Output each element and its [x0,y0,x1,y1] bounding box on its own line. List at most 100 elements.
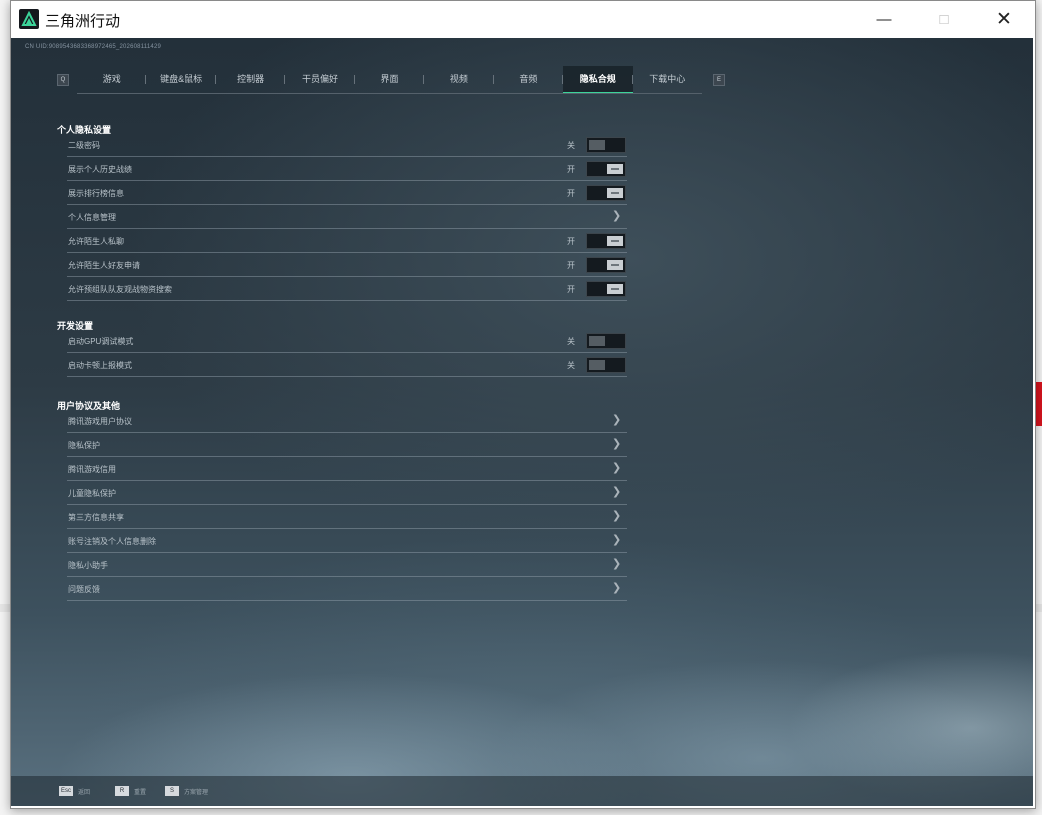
setting-state: 开 [567,189,575,198]
setting-label: 第三方信息共享 [68,513,124,522]
next-tab-key[interactable]: E [713,74,725,86]
setting-label: 启动卡顿上报模式 [68,361,132,370]
chevron-right-icon: ❯ [612,558,622,570]
chevron-right-icon: ❯ [612,510,622,522]
setting-row[interactable]: 允许陌生人好友申请 开 [67,253,627,277]
toggle-knob [607,164,623,174]
setting-row[interactable]: 隐私小助手 ❯ [67,553,627,577]
tab-strip: 游戏 键盘&鼠标 控制器 干员偏好 界面 视频 音频 隐私合规 下载中心 [77,66,702,94]
maximize-button[interactable]: □ [921,1,967,38]
setting-row[interactable]: 隐私保护 ❯ [67,433,627,457]
footer-key: S [165,786,179,796]
tab-download[interactable]: 下载中心 [633,66,702,93]
setting-label: 腾讯游戏用户协议 [68,417,132,426]
setting-row[interactable]: 展示个人历史战绩 开 [67,157,627,181]
toggle-knob [607,236,623,246]
setting-state: 开 [567,285,575,294]
setting-row[interactable]: 腾讯游戏信用 ❯ [67,457,627,481]
toggle-knob [607,188,623,198]
setting-row[interactable]: 允许预组队队友观战物资搜索 开 [67,277,627,301]
setting-label: 启动GPU调试模式 [68,337,134,346]
chevron-right-icon: ❯ [612,486,622,498]
setting-state: 开 [567,237,575,246]
setting-label: 展示个人历史战绩 [68,165,132,174]
setting-row[interactable]: 儿童隐私保护 ❯ [67,481,627,505]
tab-interface[interactable]: 界面 [355,66,425,93]
footer-hint-s[interactable]: S 方案管理 [165,786,208,796]
setting-row[interactable]: 允许陌生人私聊 开 [67,229,627,253]
toggle-knob [607,260,623,270]
toggle-knob [589,336,605,346]
footer-key: Esc [59,786,74,796]
tab-game[interactable]: 游戏 [77,66,147,93]
footer-hint-esc[interactable]: Esc 返回 [59,786,90,796]
setting-label: 二级密码 [68,141,100,150]
settings-tabs: Q 游戏 键盘&鼠标 控制器 干员偏好 界面 视频 音频 隐私合规 下载中心 E [55,66,735,94]
chevron-right-icon: ❯ [612,210,622,222]
footer-hint-r[interactable]: R 重置 [115,786,146,796]
chevron-right-icon: ❯ [612,414,622,426]
setting-label: 儿童隐私保护 [68,489,116,498]
chevron-right-icon: ❯ [612,582,622,594]
close-icon: ✕ [996,9,1012,30]
setting-label: 允许预组队队友观战物资搜索 [68,285,172,294]
setting-row[interactable]: 二级密码 关 [67,133,627,157]
game-viewport: CN UID:9089543683368972465_202608111429 … [11,38,1033,806]
toggle-switch[interactable] [586,357,626,373]
toggle-knob [589,360,605,370]
toggle-switch[interactable] [586,233,626,249]
uid-label: CN UID:9089543683368972465_202608111429 [25,44,162,50]
tab-privacy[interactable]: 隐私合规 [563,66,633,93]
setting-label: 允许陌生人私聊 [68,237,124,246]
setting-label: 账号注销及个人信息删除 [68,537,156,546]
setting-row[interactable]: 账号注销及个人信息删除 ❯ [67,529,627,553]
chevron-right-icon: ❯ [612,534,622,546]
tab-audio[interactable]: 音频 [494,66,564,93]
prev-tab-key[interactable]: Q [57,74,69,86]
setting-row[interactable]: 个人信息管理 ❯ [67,205,627,229]
setting-row[interactable]: 启动GPU调试模式 关 [67,329,627,353]
setting-state: 开 [567,165,575,174]
setting-row[interactable]: 展示排行榜信息 开 [67,181,627,205]
footer-label: 重置 [134,789,147,796]
minimize-icon: — [876,11,892,28]
setting-label: 展示排行榜信息 [68,189,124,198]
window-title: 三角洲行动 [45,13,121,30]
footer-key: R [115,786,129,796]
tab-keyboard[interactable]: 键盘&鼠标 [146,66,217,93]
setting-label: 问题反馈 [68,585,100,594]
setting-state: 关 [567,141,575,150]
tab-operator[interactable]: 干员偏好 [285,66,356,93]
footer-label: 返回 [78,789,91,796]
setting-label: 隐私保护 [68,441,100,450]
setting-row[interactable]: 第三方信息共享 ❯ [67,505,627,529]
setting-row[interactable]: 腾讯游戏用户协议 ❯ [67,409,627,433]
title-bar[interactable]: 三角洲行动 — □ ✕ [11,1,1035,38]
toggle-switch[interactable] [586,185,626,201]
toggle-knob [607,284,623,294]
setting-row[interactable]: 问题反馈 ❯ [67,577,627,601]
footer-hints: Esc 返回 R 重置 S 方案管理 [11,776,1033,806]
setting-state: 关 [567,361,575,370]
toggle-switch[interactable] [586,161,626,177]
triangle-logo-icon [19,9,39,29]
tab-controller[interactable]: 控制器 [216,66,286,93]
tab-video[interactable]: 视频 [424,66,495,93]
toggle-knob [589,140,605,150]
app-window: 三角洲行动 — □ ✕ CN UID:9089543683368972465_2… [10,0,1036,809]
setting-state: 关 [567,337,575,346]
setting-label: 隐私小助手 [68,561,108,570]
minimize-button[interactable]: — [861,1,907,38]
toggle-switch[interactable] [586,281,626,297]
footer-label: 方案管理 [184,789,209,796]
setting-label: 个人信息管理 [68,213,116,222]
toggle-switch[interactable] [586,333,626,349]
setting-state: 开 [567,261,575,270]
chevron-right-icon: ❯ [612,438,622,450]
chevron-right-icon: ❯ [612,462,622,474]
setting-row[interactable]: 启动卡顿上报模式 关 [67,353,627,377]
toggle-switch[interactable] [586,257,626,273]
setting-label: 允许陌生人好友申请 [68,261,140,270]
toggle-switch[interactable] [586,137,626,153]
close-button[interactable]: ✕ [981,1,1027,38]
